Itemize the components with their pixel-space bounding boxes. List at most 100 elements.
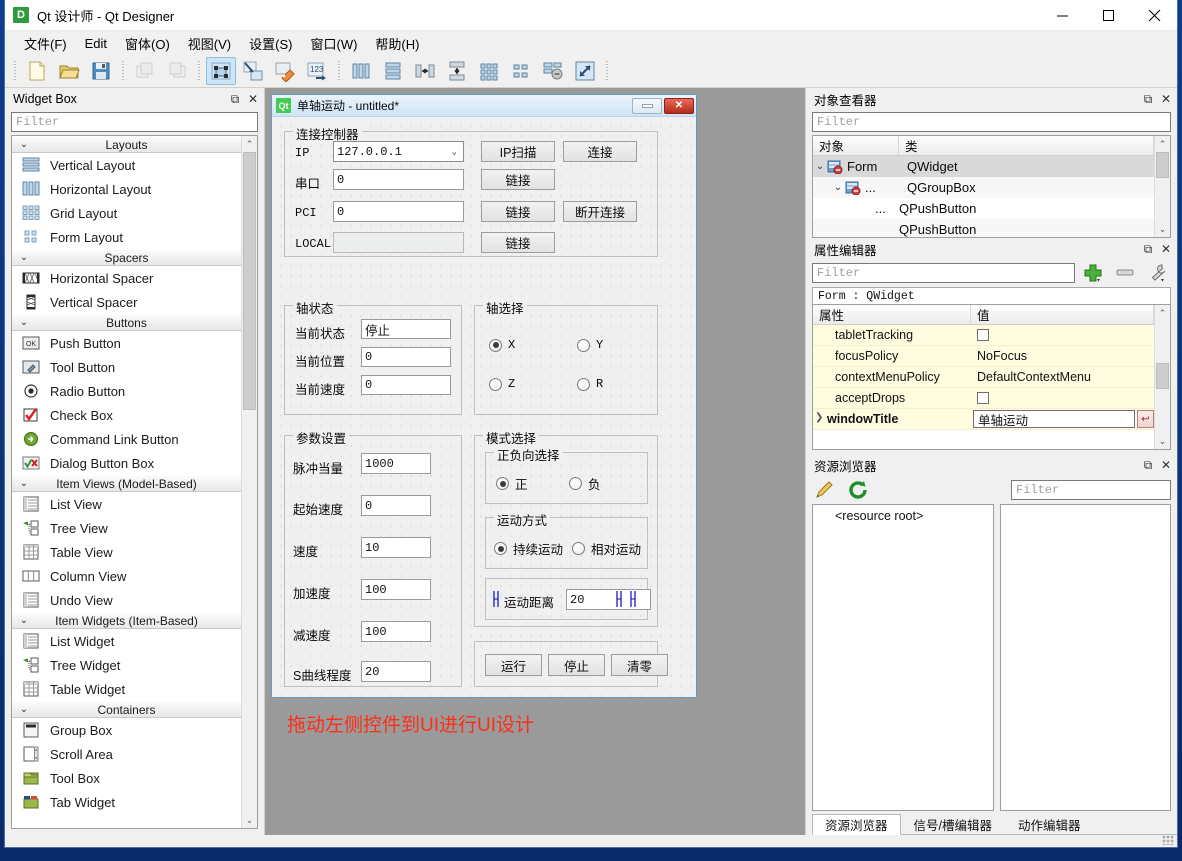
widget-box-filter-input[interactable]: Filter [11,112,258,132]
table-row[interactable]: tabletTracking [813,325,1154,346]
toolbar-grip-5[interactable] [604,60,610,82]
menu-settings[interactable]: 设置(S) [240,31,301,56]
property-value[interactable] [971,329,1154,341]
object-inspector-float-icon[interactable]: ⧉ [1139,90,1157,108]
widget-item-list-widget[interactable]: List Widget [12,629,241,653]
widget-item-table-view[interactable]: Table View [12,540,241,564]
form-close-button[interactable]: ✕ [664,97,694,114]
pci-link-button[interactable]: 链接 [481,201,555,222]
scroll-down-icon[interactable]: ⌄ [242,812,257,828]
edit-signals-slots-icon[interactable] [238,57,268,85]
form-canvas-body[interactable]: 连接控制器 IP 127.0.0.1 ⌄ IP扫描 连接 串口 0 链接 PCI… [272,117,696,697]
reload-resources-icon[interactable] [846,479,872,501]
groupbox-axis-select[interactable]: 轴选择 X Y Z R [474,298,658,415]
connect-button[interactable]: 连接 [563,141,637,162]
widget-item-list-view[interactable]: List View [12,492,241,516]
radio-motion-continuous[interactable]: 持续运动 [494,539,563,558]
widget-item-grid-layout[interactable]: Grid Layout [12,201,241,225]
scrollbar-track[interactable] [242,152,257,812]
chevron-down-icon[interactable]: ⌄ [813,161,827,172]
motion-distance-input[interactable]: 20 [566,589,651,610]
widget-item-vertical-layout[interactable]: Vertical Layout [12,153,241,177]
scroll-down-icon[interactable]: ⌄ [1155,433,1170,449]
widget-box-category-spacers[interactable]: ⌄ Spacers [12,249,241,266]
layout-vertically-icon[interactable] [378,57,408,85]
property-table[interactable]: 属性 值 tabletTracking focusPolicy NoFocus [812,304,1171,450]
new-form-icon[interactable] [22,57,52,85]
current-position-input[interactable]: 0 [361,347,451,367]
scroll-up-icon[interactable]: ⌃ [242,136,257,152]
resource-browser-filter-input[interactable]: Filter [1011,480,1171,500]
column-class[interactable]: 类 [899,136,1154,155]
column-object[interactable]: 对象 [813,136,899,155]
scrollbar-thumb[interactable] [1156,363,1169,389]
widget-item-check-box[interactable]: Check Box [12,403,241,427]
edit-widgets-icon[interactable] [206,57,236,85]
scrollbar-thumb[interactable] [1156,152,1169,178]
menu-file[interactable]: 文件(F) [15,31,76,56]
scrollbar-track[interactable] [1155,321,1170,433]
table-row[interactable]: ... QPushButton [813,198,1154,219]
menu-form[interactable]: 窗体(O) [116,31,179,56]
menu-edit[interactable]: Edit [76,33,116,54]
radio-axis-x[interactable]: X [489,338,515,352]
widget-box-close-icon[interactable]: ✕ [244,90,262,108]
scroll-up-icon[interactable]: ⌃ [1155,305,1170,321]
tab-resource-browser[interactable]: 资源浏览器 [812,814,901,835]
current-speed-input[interactable]: 0 [361,375,451,395]
layout-horizontally-icon[interactable] [346,57,376,85]
table-row[interactable]: ❯ windowTitle 单轴运动 ↩ [813,409,1154,430]
object-inspector-filter-input[interactable]: Filter [812,112,1171,132]
widget-item-undo-view[interactable]: Undo View [12,588,241,612]
window-title-editor[interactable]: 单轴运动 [973,410,1135,428]
serial-link-button[interactable]: 链接 [481,169,555,190]
groupbox-mode[interactable]: 模式选择 正负向选择 正 负 运动方式 持续运动 相对运动 运动距离 20 [474,428,658,627]
groupbox-motion-mode[interactable]: 运动方式 持续运动 相对运动 [485,510,648,569]
widget-box-category-item-widgets[interactable]: ⌄ Item Widgets (Item-Based) [12,612,241,629]
resource-preview-pane[interactable] [1000,504,1171,811]
decel-input[interactable]: 100 [361,621,431,642]
remove-property-icon[interactable] [1113,262,1139,284]
table-row[interactable]: contextMenuPolicy DefaultContextMenu [813,367,1154,388]
close-button[interactable] [1131,0,1177,31]
table-row[interactable]: QPushButton [813,219,1154,237]
groupbox-connection[interactable]: 连接控制器 IP 127.0.0.1 ⌄ IP扫描 连接 串口 0 链接 PCI… [284,124,658,257]
start-speed-input[interactable]: 0 [361,495,431,516]
edit-buddies-icon[interactable] [270,57,300,85]
tab-signal-slot-editor[interactable]: 信号/槽编辑器 [901,813,1005,834]
groupbox-distance[interactable]: 运动距离 20 [485,578,651,620]
object-inspector-close-icon[interactable]: ✕ [1157,90,1175,108]
table-row[interactable]: ⌄ Form QWidget [813,156,1154,177]
maximize-button[interactable] [1085,0,1131,31]
radio-direction-negative[interactable]: 负 [569,474,601,493]
widget-item-tool-box[interactable]: Tool Box [12,766,241,790]
layout-grid-icon[interactable] [474,57,504,85]
s-curve-input[interactable]: 20 [361,661,431,682]
open-form-icon[interactable] [54,57,84,85]
minimize-button[interactable] [1039,0,1085,31]
accel-input[interactable]: 100 [361,579,431,600]
object-tree[interactable]: 对象 类 ⌄ Form QWidget ⌄ ... QGroupBox ... … [812,135,1171,238]
menu-view[interactable]: 视图(V) [179,31,240,56]
widget-box-category-buttons[interactable]: ⌄ Buttons [12,314,241,331]
groupbox-axis-status[interactable]: 轴状态 当前状态 停止 当前位置 0 当前速度 0 [284,298,462,415]
save-form-icon[interactable] [86,57,116,85]
layout-splitter-v-icon[interactable] [442,57,472,85]
widget-item-tree-widget[interactable]: Tree Widget [12,653,241,677]
layout-splitter-h-icon[interactable] [410,57,440,85]
widget-item-horizontal-layout[interactable]: Horizontal Layout [12,177,241,201]
column-property[interactable]: 属性 [813,305,971,324]
widget-item-column-view[interactable]: Column View [12,564,241,588]
toolbar-grip-3[interactable] [196,60,202,82]
pci-input[interactable]: 0 [333,201,464,222]
revert-property-icon[interactable]: ↩ [1137,410,1154,428]
local-link-button[interactable]: 链接 [481,232,555,253]
tab-action-editor[interactable]: 动作编辑器 [1005,813,1094,834]
widget-item-vertical-spacer[interactable]: Vertical Spacer [12,290,241,314]
run-button[interactable]: 运行 [485,654,542,676]
menu-window[interactable]: 窗口(W) [301,31,366,56]
stop-button[interactable]: 停止 [548,654,605,676]
checkbox-icon[interactable] [977,329,989,341]
radio-motion-relative[interactable]: 相对运动 [572,539,641,558]
widget-item-group-box[interactable]: Group Box [12,718,241,742]
